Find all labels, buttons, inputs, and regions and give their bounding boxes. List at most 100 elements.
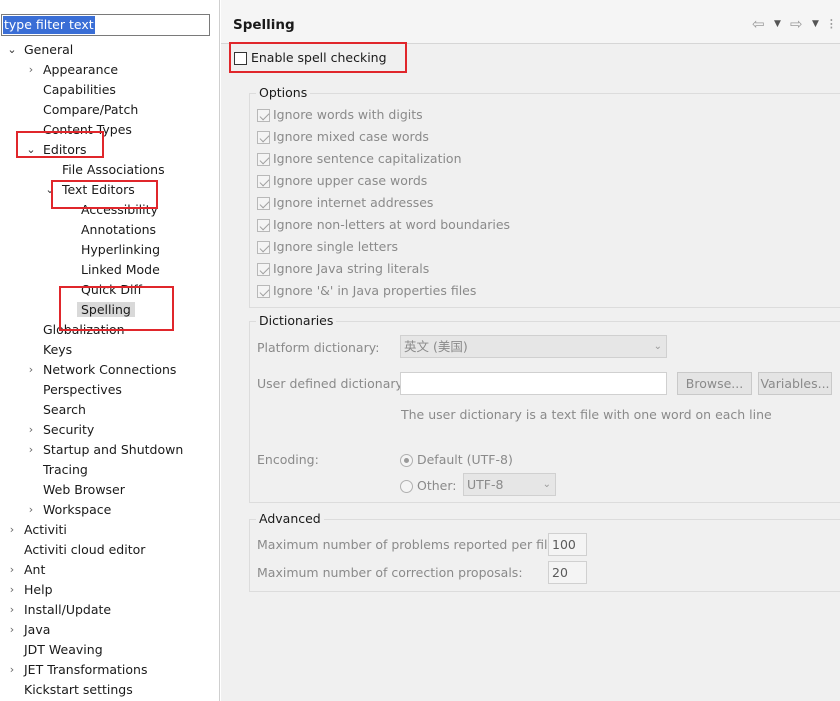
option-checkbox[interactable] (257, 285, 270, 298)
chevron-right-icon[interactable]: › (6, 520, 18, 540)
tree-item-help[interactable]: Help (24, 580, 53, 600)
encoding-other-value: UTF-8 (467, 477, 504, 492)
user-dictionary-input[interactable] (400, 372, 667, 395)
encoding-other-option[interactable]: Other: (400, 476, 456, 496)
preference-page: Spelling ⇦ ▼ ⇨ ▼ ⁝ Enable spell checking… (221, 0, 840, 701)
chevron-down-icon: ⌄ (542, 479, 551, 490)
option-checkbox[interactable] (257, 131, 270, 144)
browse-button[interactable]: Browse... (677, 372, 752, 395)
option-checkbox[interactable] (257, 241, 270, 254)
chevron-right-icon[interactable]: › (6, 600, 18, 620)
option-label: Ignore '&' in Java properties files (273, 283, 477, 298)
encoding-other-radio[interactable] (400, 480, 413, 493)
option-label: Ignore upper case words (273, 173, 428, 188)
chevron-right-icon[interactable]: › (6, 580, 18, 600)
chevron-right-icon[interactable]: › (25, 440, 37, 460)
tree-item-globalization[interactable]: Globalization (43, 320, 125, 340)
tree-item-spelling[interactable]: Spelling (77, 300, 135, 320)
tree-item-web-browser[interactable]: Web Browser (43, 480, 125, 500)
tree-item-network-connections[interactable]: Network Connections (43, 360, 176, 380)
chevron-down-icon[interactable]: ⌄ (25, 140, 37, 160)
chevron-down-icon: ⌄ (653, 341, 662, 352)
option-item[interactable]: Ignore words with digits (257, 105, 423, 125)
chevron-right-icon[interactable]: › (25, 360, 37, 380)
encoding-default-option[interactable]: Default (UTF-8) (400, 450, 513, 470)
tree-item-security[interactable]: Security (43, 420, 94, 440)
tree-item-compare-patch[interactable]: Compare/Patch (43, 100, 138, 120)
option-item[interactable]: Ignore sentence capitalization (257, 149, 462, 169)
advanced-title: Advanced (256, 511, 324, 527)
option-checkbox[interactable] (257, 263, 270, 276)
tree-item-java[interactable]: Java (24, 620, 50, 640)
tree-item-jdt-weaving[interactable]: JDT Weaving (24, 640, 103, 660)
chevron-right-icon[interactable]: › (25, 500, 37, 520)
chevron-right-icon[interactable]: › (6, 560, 18, 580)
tree-item-keys[interactable]: Keys (43, 340, 72, 360)
chevron-down-icon[interactable]: ▼ (812, 19, 819, 29)
max-proposals-input[interactable]: 20 (548, 561, 587, 584)
chevron-right-icon[interactable]: › (25, 420, 37, 440)
tree-item-hyperlinking[interactable]: Hyperlinking (81, 240, 160, 260)
filter-input[interactable]: type filter text (1, 14, 210, 36)
variables-button[interactable]: Variables... (758, 372, 832, 395)
encoding-label: Encoding: (257, 452, 319, 467)
option-item[interactable]: Ignore non-letters at word boundaries (257, 215, 510, 235)
option-checkbox[interactable] (257, 219, 270, 232)
platform-dictionary-value: 英文 (美国) (404, 339, 468, 354)
tree-item-install-update[interactable]: Install/Update (24, 600, 111, 620)
tree-item-jet-transformations[interactable]: JET Transformations (24, 660, 148, 680)
platform-dictionary-select[interactable]: 英文 (美国) ⌄ (400, 335, 667, 358)
option-item[interactable]: Ignore '&' in Java properties files (257, 281, 476, 301)
option-item[interactable]: Ignore single letters (257, 237, 398, 257)
option-checkbox[interactable] (257, 197, 270, 210)
option-label: Ignore mixed case words (273, 129, 429, 144)
tree-item-accessibility[interactable]: Accessibility (81, 200, 158, 220)
encoding-default-radio[interactable] (400, 454, 413, 467)
option-item[interactable]: Ignore internet addresses (257, 193, 433, 213)
enable-spell-checking[interactable]: Enable spell checking (234, 48, 387, 68)
tree-item-editors[interactable]: Editors (43, 140, 87, 160)
chevron-down-icon[interactable]: ⌄ (44, 180, 56, 200)
tree-item-capabilities[interactable]: Capabilities (43, 80, 116, 100)
max-problems-input[interactable]: 100 (548, 533, 587, 556)
tree-item-startup-shutdown[interactable]: Startup and Shutdown (43, 440, 183, 460)
menu-icon[interactable]: ⁝ (829, 16, 834, 32)
enable-spell-checkbox[interactable] (234, 52, 247, 65)
arrow-left-icon[interactable]: ⇦ (752, 16, 765, 32)
tree-item-perspectives[interactable]: Perspectives (43, 380, 122, 400)
chevron-down-icon[interactable]: ⌄ (6, 40, 18, 60)
tree-item-annotations[interactable]: Annotations (81, 220, 156, 240)
chevron-down-icon[interactable]: ▼ (774, 19, 781, 29)
option-label: Ignore internet addresses (273, 195, 434, 210)
option-checkbox[interactable] (257, 109, 270, 122)
option-label: Ignore non-letters at word boundaries (273, 217, 511, 232)
option-checkbox[interactable] (257, 153, 270, 166)
tree-item-general[interactable]: General (24, 40, 73, 60)
tree-item-quick-diff[interactable]: Quick Diff (81, 280, 142, 300)
option-checkbox[interactable] (257, 175, 270, 188)
tree-item-activiti[interactable]: Activiti (24, 520, 67, 540)
tree-item-text-editors[interactable]: Text Editors (62, 180, 135, 200)
chevron-right-icon[interactable]: › (6, 660, 18, 680)
tree-item-activiti-cloud-editor[interactable]: Activiti cloud editor (24, 540, 145, 560)
options-title: Options (256, 85, 311, 101)
encoding-other-select[interactable]: UTF-8 ⌄ (463, 473, 556, 496)
option-item[interactable]: Ignore upper case words (257, 171, 427, 191)
tree-item-linked-mode[interactable]: Linked Mode (81, 260, 160, 280)
option-label: Ignore sentence capitalization (273, 151, 462, 166)
tree-item-tracing[interactable]: Tracing (43, 460, 88, 480)
tree-item-appearance[interactable]: Appearance (43, 60, 118, 80)
tree-item-search[interactable]: Search (43, 400, 86, 420)
platform-dictionary-label: Platform dictionary: (257, 340, 380, 355)
tree-item-ant[interactable]: Ant (24, 560, 45, 580)
tree-item-spelling-label: Spelling (77, 302, 135, 317)
option-item[interactable]: Ignore mixed case words (257, 127, 429, 147)
tree-item-content-types[interactable]: Content Types (43, 120, 132, 140)
tree-item-workspace[interactable]: Workspace (43, 500, 111, 520)
chevron-right-icon[interactable]: › (25, 60, 37, 80)
option-item[interactable]: Ignore Java string literals (257, 259, 429, 279)
tree-item-kickstart-settings[interactable]: Kickstart settings (24, 680, 133, 700)
arrow-right-icon[interactable]: ⇨ (790, 16, 803, 32)
tree-item-file-associations[interactable]: File Associations (62, 160, 165, 180)
chevron-right-icon[interactable]: › (6, 620, 18, 640)
